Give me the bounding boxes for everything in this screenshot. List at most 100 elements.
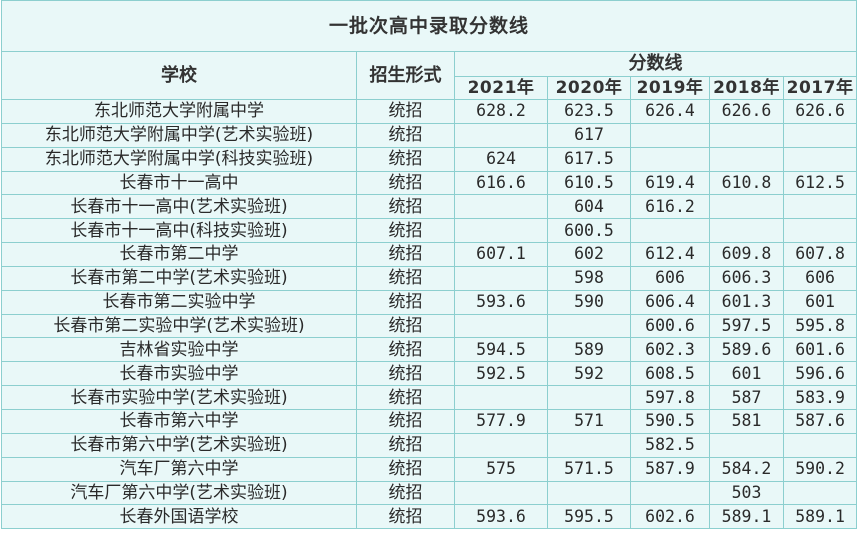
score-cell: 610.5 — [547, 170, 631, 196]
score-cell — [782, 146, 857, 172]
score-cell: 616.6 — [454, 170, 548, 196]
admission-type-cell: 统招 — [356, 146, 455, 172]
admission-type-cell: 统招 — [356, 504, 455, 530]
score-cell: 593.6 — [454, 504, 548, 530]
score-cell — [630, 480, 710, 506]
score-cell: 590 — [547, 289, 631, 315]
score-group-header: 分数线 — [453, 51, 857, 77]
score-cell — [547, 313, 631, 339]
admission-type-cell: 统招 — [356, 480, 455, 506]
score-cell: 596.6 — [782, 361, 857, 387]
admission-type-cell: 统招 — [356, 337, 455, 363]
score-cell — [454, 194, 548, 220]
table-body: 一批次高中录取分数线 学校 招生形式 分数线 2021年 2020年 2019年… — [0, 0, 857, 530]
table-row: 东北师范大学附属中学 统招 628.2 623.5 626.4 626.6 626.6 — [1, 99, 857, 124]
admission-type-cell: 统招 — [356, 99, 455, 124]
school-name-cell: 长春市十一高中(艺术实验班) — [1, 194, 357, 220]
table-row: 长春市十一高中(艺术实验班) 统招 604 616.2 — [1, 194, 857, 220]
score-cell: 602.6 — [630, 504, 710, 530]
score-cell: 584.2 — [709, 456, 784, 482]
score-cell: 597.5 — [709, 313, 784, 339]
score-cell — [782, 432, 857, 458]
admission-type-cell: 统招 — [356, 408, 455, 434]
score-cell: 575 — [454, 456, 548, 482]
admission-type-cell: 统招 — [356, 289, 455, 315]
score-cell: 602.3 — [630, 337, 710, 363]
score-cell: 583.9 — [782, 385, 857, 410]
score-cell: 610.8 — [709, 170, 784, 196]
score-cell — [547, 432, 631, 458]
score-cell — [547, 385, 631, 410]
score-cell: 606.4 — [630, 289, 710, 315]
score-cell: 607.8 — [782, 242, 857, 267]
score-cell: 617 — [547, 122, 631, 148]
score-cell: 592.5 — [454, 361, 548, 387]
score-cell: 612.5 — [782, 170, 857, 196]
school-name-cell: 长春市实验中学(艺术实验班) — [1, 385, 357, 410]
school-name-cell: 长春市第二实验中学 — [1, 289, 357, 315]
school-name-cell: 长春市实验中学 — [1, 361, 357, 387]
table-row: 长春市实验中学(艺术实验班) 统招 597.8 587 583.9 — [1, 385, 857, 410]
school-name-cell: 长春市第六中学(艺术实验班) — [1, 432, 357, 458]
score-cell: 589.1 — [709, 504, 784, 530]
score-cell — [782, 218, 857, 244]
school-name-cell: 东北师范大学附属中学 — [1, 99, 357, 124]
score-cell: 582.5 — [630, 432, 710, 458]
score-cell — [454, 122, 548, 148]
admission-type-cell: 统招 — [356, 432, 455, 458]
score-cell: 598 — [547, 265, 631, 291]
score-cell — [630, 218, 710, 244]
table-row: 长春市第二中学(艺术实验班) 统招 598 606 606.3 606 — [1, 265, 857, 291]
score-cell — [709, 122, 784, 148]
year-header: 2017年 — [782, 76, 857, 100]
score-cell: 595.5 — [547, 504, 631, 530]
score-cell: 593.6 — [454, 289, 548, 315]
score-cell — [454, 313, 548, 339]
admission-type-cell: 统招 — [356, 242, 455, 267]
admission-type-cell: 统招 — [356, 122, 455, 148]
school-name-cell: 长春市第六中学 — [1, 408, 357, 434]
admission-type-cell: 统招 — [356, 385, 455, 410]
score-cell — [782, 122, 857, 148]
score-cell: 600.5 — [547, 218, 631, 244]
admission-type-cell: 统招 — [356, 265, 455, 291]
score-cell: 601.6 — [782, 337, 857, 363]
admission-score-table: 一批次高中录取分数线 学校 招生形式 分数线 2021年 2020年 2019年… — [0, 0, 857, 530]
score-cell: 608.5 — [630, 361, 710, 387]
school-name-cell: 长春外国语学校 — [1, 504, 357, 530]
score-cell: 628.2 — [454, 99, 548, 124]
table-row: 汽车厂第六中学(艺术实验班) 统招 503 — [1, 480, 857, 506]
score-cell: 607.1 — [454, 242, 548, 267]
admission-type-cell: 统招 — [356, 456, 455, 482]
table-row: 长春市第二实验中学(艺术实验班) 统招 600.6 597.5 595.8 — [1, 313, 857, 339]
score-cell: 626.6 — [709, 99, 784, 124]
score-cell: 626.4 — [630, 99, 710, 124]
score-cell: 609.8 — [709, 242, 784, 267]
score-cell: 626.6 — [782, 99, 857, 124]
score-cell: 587.9 — [630, 456, 710, 482]
admission-type-cell: 统招 — [356, 194, 455, 220]
table-title: 一批次高中录取分数线 — [0, 0, 857, 52]
table-row: 东北师范大学附属中学(艺术实验班) 统招 617 — [1, 122, 857, 148]
school-name-cell: 汽车厂第六中学 — [1, 456, 357, 482]
score-cell — [454, 480, 548, 506]
score-cell — [630, 122, 710, 148]
score-cell: 624 — [454, 146, 548, 172]
table-row: 长春市第二实验中学 统招 593.6 590 606.4 601.3 601 — [1, 289, 857, 315]
year-header: 2020年 — [547, 76, 631, 100]
score-cell: 606.3 — [709, 265, 784, 291]
score-cell: 606 — [782, 265, 857, 291]
school-name-cell: 长春市第二中学(艺术实验班) — [1, 265, 357, 291]
score-cell: 577.9 — [454, 408, 548, 434]
score-cell: 587.6 — [782, 408, 857, 434]
score-cell: 503 — [709, 480, 784, 506]
score-cell: 592 — [547, 361, 631, 387]
score-cell: 619.4 — [630, 170, 710, 196]
table-row: 长春市第六中学(艺术实验班) 统招 582.5 — [1, 432, 857, 458]
table-row: 长春市十一高中(科技实验班) 统招 600.5 — [1, 218, 857, 244]
school-name-cell: 汽车厂第六中学(艺术实验班) — [1, 480, 357, 506]
score-cell: 581 — [709, 408, 784, 434]
score-cell: 604 — [547, 194, 631, 220]
table-row: 吉林省实验中学 统招 594.5 589 602.3 589.6 601.6 — [1, 337, 857, 363]
score-cell — [709, 432, 784, 458]
